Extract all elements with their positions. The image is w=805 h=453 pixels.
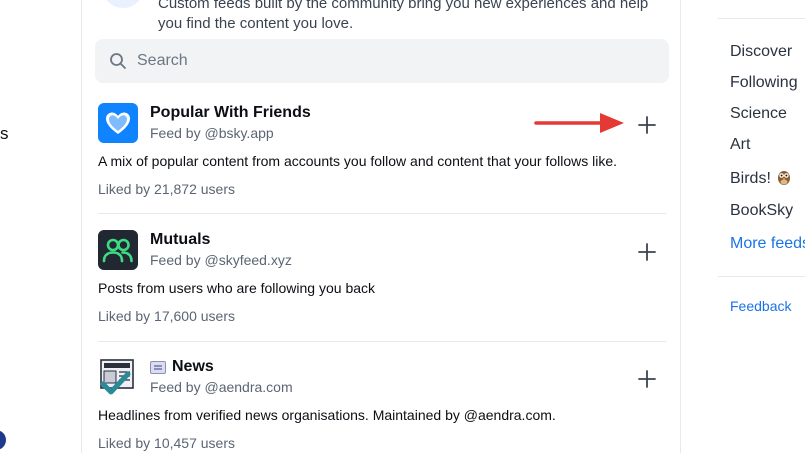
sidebar-link-art[interactable]: Art	[730, 136, 750, 154]
intro-text: Custom feeds built by the community brin…	[158, 0, 678, 34]
feed-item-news[interactable]: News Feed by @aendra.com Headlines from …	[82, 357, 682, 453]
feed-author[interactable]: Feed by @bsky.app	[150, 125, 274, 141]
sidebar-link-discover[interactable]: Discover	[730, 43, 792, 61]
heart-icon	[98, 103, 138, 143]
feed-name-text: News	[172, 358, 214, 375]
owl-icon	[777, 171, 790, 185]
feeds-column: Custom feeds built by the community brin…	[81, 0, 681, 453]
feed-item-mutuals[interactable]: Mutuals Feed by @skyfeed.xyz Posts from …	[82, 230, 682, 342]
plus-icon	[638, 370, 656, 388]
add-feed-button[interactable]	[634, 112, 660, 138]
more-feeds-link[interactable]: More feeds	[730, 235, 805, 253]
feed-description: A mix of popular content from accounts y…	[98, 153, 618, 169]
sidebar-link-following[interactable]: Following	[730, 74, 798, 92]
intro-icon	[102, 0, 144, 8]
divider	[718, 18, 805, 19]
left-edge-text: s	[0, 124, 9, 143]
right-sidebar: Discover Following Science Art Birds! Bo…	[718, 0, 805, 453]
feed-description: Headlines from verified news organisatio…	[98, 407, 556, 423]
newspaper-icon	[150, 360, 166, 374]
search-placeholder: Search	[137, 52, 188, 69]
feed-name[interactable]: Popular With Friends	[150, 104, 311, 122]
annotation-arrow-icon	[534, 113, 624, 133]
feed-description: Posts from users who are following you b…	[98, 280, 376, 296]
divider	[98, 341, 666, 342]
newspaper-icon	[98, 357, 138, 397]
feed-likes[interactable]: Liked by 21,872 users	[98, 181, 235, 197]
feed-author[interactable]: Feed by @skyfeed.xyz	[150, 252, 292, 268]
add-feed-button[interactable]	[634, 366, 660, 392]
sidebar-link-booksky[interactable]: BookSky	[730, 202, 793, 220]
sidebar-link-birds[interactable]: Birds!	[730, 169, 791, 188]
users-icon	[98, 230, 138, 270]
sidebar-link-science[interactable]: Science	[730, 105, 787, 123]
feed-likes[interactable]: Liked by 17,600 users	[98, 308, 235, 324]
search-input[interactable]: Search	[95, 39, 669, 83]
add-feed-button[interactable]	[634, 239, 660, 265]
divider	[98, 213, 666, 214]
search-icon	[109, 52, 127, 70]
feed-name[interactable]: Mutuals	[150, 231, 210, 249]
page: s Custom feeds built by the community br…	[0, 0, 805, 453]
feed-likes[interactable]: Liked by 10,457 users	[98, 435, 235, 451]
plus-icon	[638, 243, 656, 261]
left-edge-avatar[interactable]	[0, 430, 6, 450]
feed-author[interactable]: Feed by @aendra.com	[150, 379, 293, 395]
feed-name[interactable]: News	[150, 358, 214, 376]
sidebar-link-label: Birds!	[730, 170, 771, 187]
feedback-link[interactable]: Feedback	[730, 298, 791, 314]
plus-icon	[638, 116, 656, 134]
intro-line-2: you find the content you love.	[158, 15, 354, 32]
intro-line-1: Custom feeds built by the community brin…	[158, 0, 649, 12]
divider	[718, 276, 805, 277]
